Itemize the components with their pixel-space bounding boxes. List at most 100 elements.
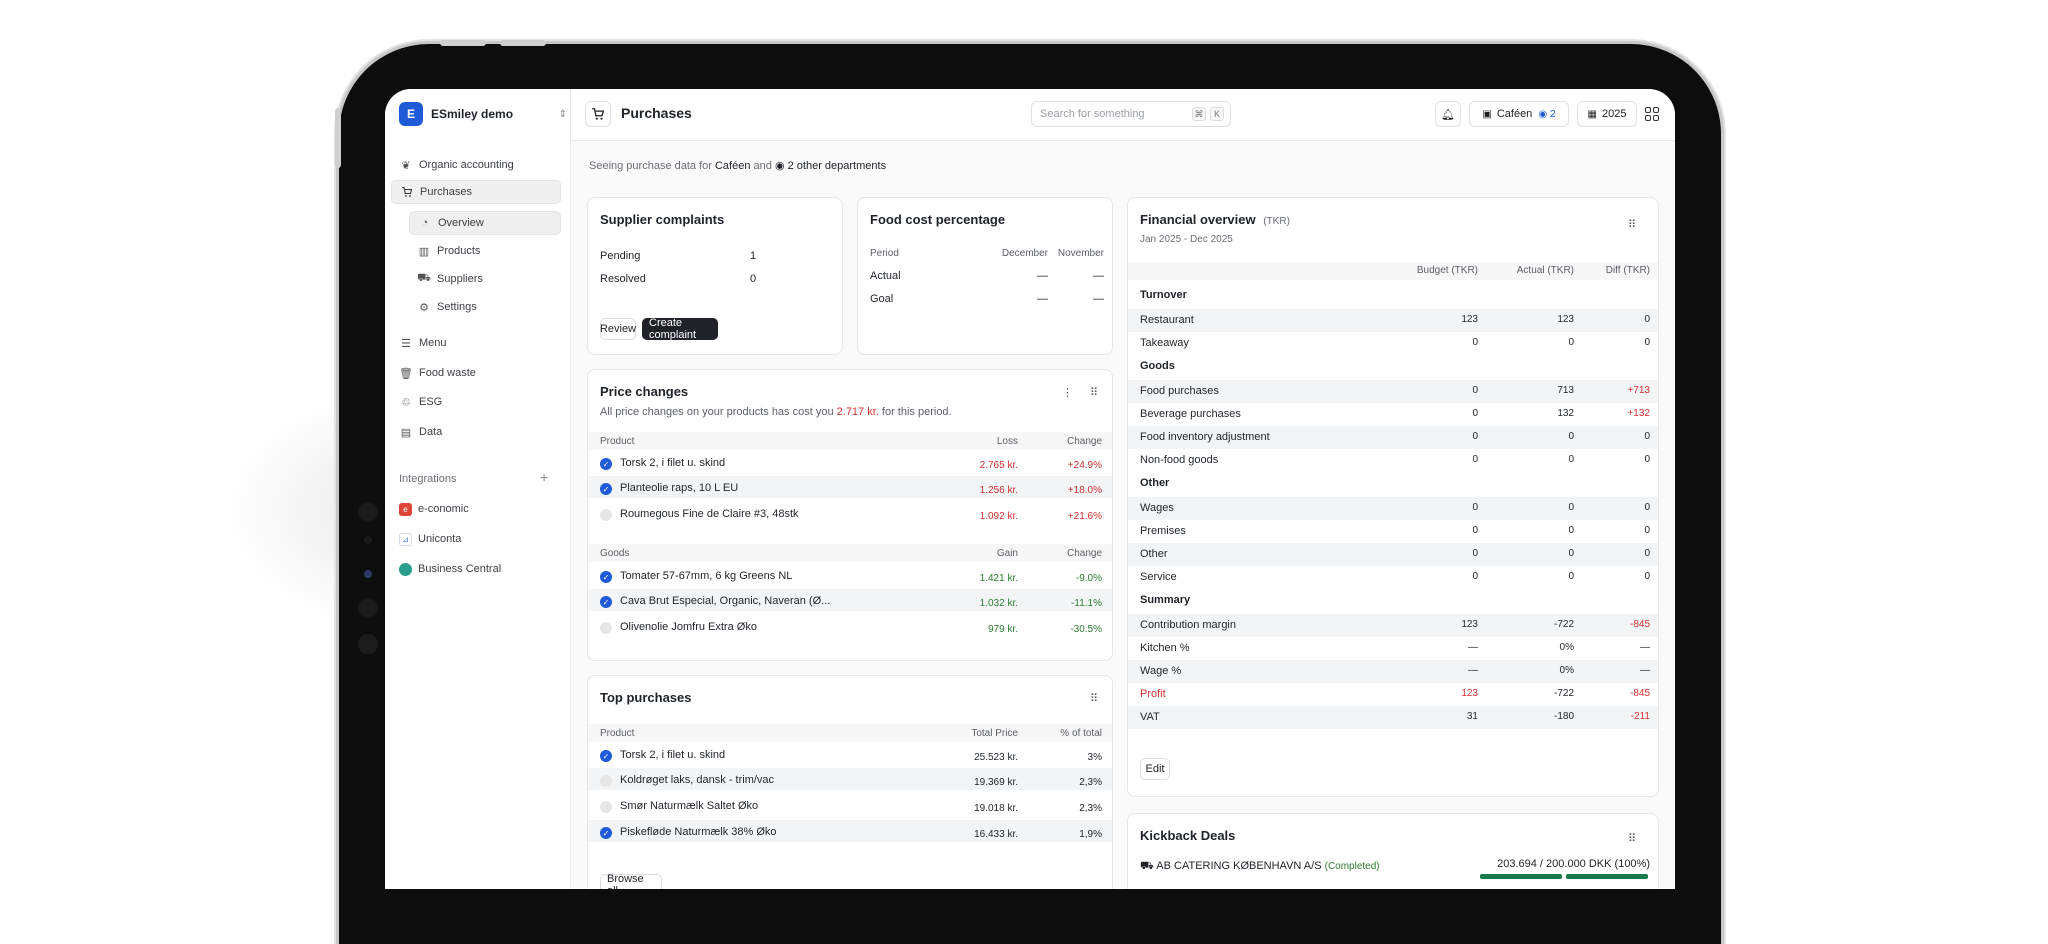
product-name[interactable]: Smør Naturmælk Saltet Øko xyxy=(620,800,758,812)
sidebar-item-label: Food waste xyxy=(419,367,476,379)
product-name[interactable]: Cava Brut Especial, Organic, Naveran (Ø.… xyxy=(620,595,830,607)
diff-value: — xyxy=(1640,642,1650,653)
search-input[interactable]: Search for something ⌘ K xyxy=(1031,101,1231,127)
unverified-check-icon xyxy=(600,801,612,813)
sidebar-item-suppliers[interactable]: ⛟ Suppliers xyxy=(409,267,561,291)
department-selector[interactable]: ▣ Caféen ◉ 2 xyxy=(1469,101,1569,127)
sidebar-item-products[interactable]: ▥ Products xyxy=(409,239,561,263)
kickback-progress-segment xyxy=(1480,874,1562,879)
sidebar-item-overview[interactable]: ◔ Overview xyxy=(409,211,561,235)
kickback-status: (Completed) xyxy=(1324,861,1380,872)
sidebar-item-settings[interactable]: ⚙ Settings xyxy=(409,295,561,319)
diff-value: 0 xyxy=(1644,337,1650,348)
sidebar-item-esg[interactable]: ♲ ESG xyxy=(391,390,561,414)
actual-value: 0 xyxy=(1568,548,1574,559)
period-label: Actual xyxy=(870,270,901,282)
apps-grid-icon[interactable] xyxy=(1645,107,1659,121)
section-heading: Other xyxy=(1140,477,1170,489)
org-switcher[interactable]: E ESmiley demo ⇕ xyxy=(399,101,567,127)
integration-item-uniconta[interactable]: ⊿ Uniconta xyxy=(391,527,561,551)
row-label: Restaurant xyxy=(1140,314,1194,326)
browse-all-button[interactable]: Browse all xyxy=(600,873,662,889)
sidebar-item-menu[interactable]: ☰ Menu xyxy=(391,331,561,355)
row-label: Profit xyxy=(1140,688,1166,700)
diff-value: 0 xyxy=(1644,571,1650,582)
diff-value: +132 xyxy=(1627,408,1650,419)
integration-item-e-conomic[interactable]: e e-conomic xyxy=(391,497,561,521)
column-header: November xyxy=(1057,248,1104,259)
kickback-supplier-row[interactable]: ⛟ AB CATERING KØBENHAVN A/S (Completed) xyxy=(1140,860,1380,874)
sidebar-item-organic-accounting[interactable]: ❦ Organic accounting xyxy=(391,153,561,177)
main-content: Seeing purchase data for Caféen and ◉ 2 … xyxy=(571,141,1675,889)
business-central-logo-icon xyxy=(399,562,412,576)
row-label: Wage % xyxy=(1140,665,1182,677)
actual-value: 132 xyxy=(1557,408,1574,419)
row-label: Beverage purchases xyxy=(1140,408,1241,420)
seeing-other-departments[interactable]: 2 other departments xyxy=(788,160,886,172)
store-icon: ▣ xyxy=(1482,108,1492,120)
product-name[interactable]: Torsk 2, i filet u. skind xyxy=(620,457,725,469)
verified-check-icon: ✓ xyxy=(600,750,612,762)
product-name[interactable]: Olivenolie Jomfru Extra Øko xyxy=(620,621,757,633)
drag-handle-icon[interactable]: ⠿ xyxy=(1628,832,1636,845)
integration-item-business-central[interactable]: Business Central xyxy=(391,557,561,581)
add-integration-button[interactable]: + xyxy=(540,469,548,485)
camera-icon xyxy=(358,502,378,522)
product-name[interactable]: Piskefløde Naturmælk 38% Øko xyxy=(620,826,777,838)
budget-value: — xyxy=(1468,665,1478,676)
product-name[interactable]: Torsk 2, i filet u. skind xyxy=(620,749,725,761)
org-avatar: E xyxy=(399,102,423,126)
recycle-icon: ♲ xyxy=(401,396,411,409)
review-button[interactable]: Review xyxy=(600,318,636,340)
year-selector[interactable]: ▦ 2025 xyxy=(1577,101,1637,127)
camera-icon xyxy=(358,598,378,618)
diff-value: -845 xyxy=(1629,688,1650,699)
product-name[interactable]: Planteolie raps, 10 L EU xyxy=(620,482,738,494)
seeing-prefix: Seeing purchase data for xyxy=(589,160,712,172)
column-header: Diff (TKR) xyxy=(1605,265,1650,276)
gain-value: 1.421 kr. xyxy=(979,573,1018,584)
sidebar-item-food-waste[interactable]: 🗑 Food waste xyxy=(391,361,561,385)
diff-value: +713 xyxy=(1627,385,1650,396)
column-header: Change xyxy=(1066,548,1102,559)
sidebar-item-purchases[interactable]: Purchases xyxy=(391,180,561,204)
pie-icon: ◔ xyxy=(421,217,429,229)
verified-check-icon: ✓ xyxy=(600,458,612,470)
card-title: Financial overview (TKR) xyxy=(1140,212,1290,227)
edit-button[interactable]: Edit xyxy=(1140,758,1170,780)
cart-icon xyxy=(585,101,611,127)
sidebar-item-data[interactable]: ▤ Data xyxy=(391,420,561,444)
drag-handle-icon[interactable]: ⠿ xyxy=(1628,218,1636,231)
more-vertical-icon[interactable]: ⋮ xyxy=(1062,386,1073,399)
loss-change: +24.9% xyxy=(1067,460,1102,471)
product-name[interactable]: Roumegous Fine de Claire #3, 48stk xyxy=(620,508,799,520)
seeing-info: Seeing purchase data for Caféen and ◉ 2 … xyxy=(589,159,886,172)
diff-value: 0 xyxy=(1644,525,1650,536)
total-price: 16.433 kr. xyxy=(974,829,1018,840)
verified-check-icon: ✓ xyxy=(600,483,612,495)
column-header: Actual (TKR) xyxy=(1516,265,1574,276)
actual-value: 0 xyxy=(1568,571,1574,582)
column-header: Product xyxy=(600,436,635,447)
drag-handle-icon[interactable]: ⠿ xyxy=(1090,386,1098,399)
top-purchases-card: Top purchases ⠿ Product Total Price % of… xyxy=(587,675,1113,889)
kickback-supplier: AB CATERING KØBENHAVN A/S xyxy=(1156,860,1322,872)
search-placeholder: Search for something xyxy=(1040,108,1145,120)
budget-value: 123 xyxy=(1461,688,1478,699)
row-label: Wages xyxy=(1140,502,1174,514)
column-header: Loss xyxy=(996,436,1018,447)
grid-cell xyxy=(1653,115,1659,121)
department-name: Caféen xyxy=(1496,108,1533,120)
app-screen: E ESmiley demo ⇕ ❦ Organic accounting Pu… xyxy=(385,89,1675,889)
product-name[interactable]: Koldrøget laks, dansk - trim/vac xyxy=(620,774,774,786)
budget-value: 0 xyxy=(1472,571,1478,582)
truck-icon: ⛟ xyxy=(1140,860,1154,872)
drag-handle-icon[interactable]: ⠿ xyxy=(1090,692,1098,705)
percent-of-total: 2,3% xyxy=(1079,803,1102,814)
budget-value: 123 xyxy=(1461,619,1478,630)
notifications-button[interactable]: 🔔︎ xyxy=(1435,101,1461,127)
create-complaint-button[interactable]: Create complaint xyxy=(642,317,718,341)
product-name[interactable]: Tomater 57-67mm, 6 kg Greens NL xyxy=(620,570,792,582)
card-title: Price changes xyxy=(600,384,689,399)
seeing-department[interactable]: Caféen xyxy=(715,160,750,172)
